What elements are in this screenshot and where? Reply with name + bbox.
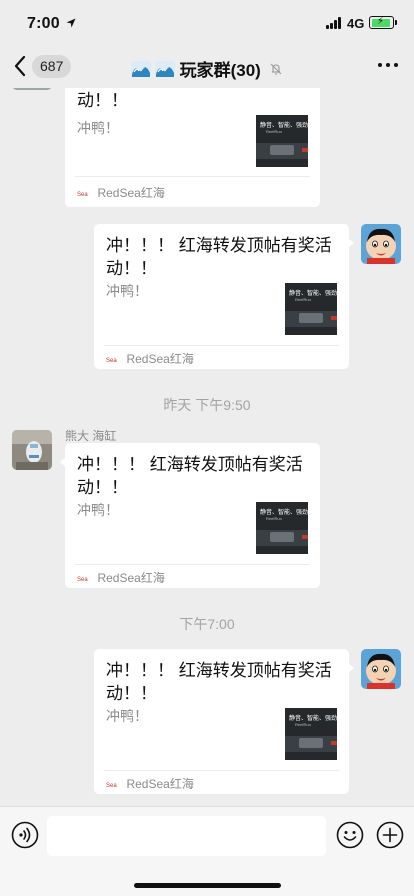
svg-text:Sea: Sea	[106, 358, 117, 363]
card-divider	[104, 345, 339, 346]
svg-text:Sea: Sea	[77, 577, 88, 582]
message-timestamp: 昨天 下午9:50	[163, 397, 251, 413]
thumb-text: 静音、智能、强劲	[289, 716, 337, 722]
self-avatar[interactable]	[361, 224, 401, 264]
card-title: 冲！！！ 红海转发顶帖有奖活动！！	[77, 91, 128, 110]
card-description: 冲鸭！	[77, 502, 119, 518]
cellular-signal-icon	[326, 17, 344, 29]
svg-text:Sea: Sea	[77, 192, 88, 197]
card-thumbnail: 静音、智能、强劲 ReefRun	[256, 115, 308, 167]
self-avatar[interactable]	[361, 649, 401, 689]
battery-icon: ⚡	[369, 16, 397, 29]
card-source: Sea RedSea红海	[77, 184, 165, 200]
chat-header: 687 玩家群(30)	[0, 46, 414, 88]
card-source-name: RedSea红海	[126, 777, 194, 792]
wave-emoji-icon	[130, 60, 151, 77]
location-arrow-icon	[66, 18, 76, 28]
message-timestamp: 下午7:00	[179, 616, 235, 632]
link-card-message[interactable]: 冲！！！ 红海转发顶帖有奖活动！！ 冲鸭！ 静音、智能、强劲 ReefRun S…	[94, 649, 354, 794]
card-description: 冲鸭！	[77, 120, 119, 136]
sender-avatar[interactable]	[12, 430, 52, 470]
card-source: Sea RedSea红海	[77, 569, 165, 585]
card-title: 冲！！！ 红海转发顶帖有奖活动！！	[77, 455, 303, 497]
card-source: Sea RedSea红海	[106, 350, 194, 366]
card-thumbnail: 静音、智能、强劲 ReefRun	[285, 708, 337, 760]
message-text-input[interactable]	[47, 816, 326, 856]
home-indicator[interactable]	[134, 883, 281, 888]
thumb-subtext: ReefRun	[295, 297, 311, 302]
mute-bell-icon	[270, 63, 282, 75]
plus-circle-icon[interactable]	[376, 821, 404, 849]
emoji-icon[interactable]	[336, 821, 364, 849]
card-title: 冲！！！ 红海转发顶帖有奖活动！！	[106, 661, 332, 703]
svg-text:Sea: Sea	[106, 783, 117, 788]
card-source: Sea RedSea红海	[106, 775, 194, 791]
card-thumbnail: 静音、智能、强劲 ReefRun	[285, 283, 337, 335]
redsea-logo-icon: Sea	[77, 577, 88, 582]
card-source-name: RedSea红海	[97, 571, 165, 586]
chat-title-wrap[interactable]: 玩家群(30)	[0, 56, 414, 81]
voice-input-icon[interactable]	[11, 821, 39, 849]
more-options-icon[interactable]	[376, 60, 400, 70]
wave-emoji-icon	[155, 60, 176, 77]
sender-name: 熊大 海缸	[65, 429, 117, 443]
redsea-logo-icon: Sea	[77, 192, 88, 197]
card-description: 冲鸭！	[106, 283, 148, 299]
status-time: 7:00	[27, 15, 60, 32]
sender-avatar[interactable]	[12, 88, 52, 90]
card-divider	[75, 564, 310, 565]
card-divider	[75, 176, 310, 177]
link-card-message[interactable]: 冲！！！ 红海转发顶帖有奖活动！！ 冲鸭！ 静音、智能、强劲 ReefRun S…	[94, 224, 354, 369]
card-description: 冲鸭！	[106, 708, 148, 724]
chat-title: 玩家群(30)	[179, 61, 261, 80]
link-card-message[interactable]: 冲！！！ 红海转发顶帖有奖活动！！ 冲鸭！ 静音、智能、强劲 ReefRun S…	[60, 443, 320, 588]
thumb-text: 静音、智能、强劲	[289, 291, 337, 297]
card-divider	[104, 770, 339, 771]
link-card-message[interactable]: 冲！！！ 红海转发顶帖有奖活动！！ 冲鸭！ 静音、智能、强劲 ReefRun S…	[65, 88, 320, 207]
redsea-logo-icon: Sea	[106, 783, 117, 788]
card-source-name: RedSea红海	[97, 186, 165, 201]
thumb-text: 静音、智能、强劲	[260, 123, 308, 129]
thumb-subtext: ReefRun	[295, 722, 311, 727]
redsea-logo-icon: Sea	[106, 358, 117, 363]
thumb-subtext: ReefRun	[266, 516, 282, 521]
card-thumbnail: 静音、智能、强劲 ReefRun	[256, 502, 308, 554]
network-type-label: 4G	[347, 16, 365, 31]
thumb-text: 静音、智能、强劲	[260, 510, 308, 516]
card-source-name: RedSea红海	[126, 352, 194, 367]
status-bar: 7:00 4G ⚡	[0, 0, 414, 46]
chat-message-list[interactable]: 冲！！！ 红海转发顶帖有奖活动！！ 冲鸭！ 静音、智能、强劲 ReefRun S…	[0, 88, 414, 806]
card-title: 冲！！！ 红海转发顶帖有奖活动！！	[106, 236, 332, 278]
thumb-subtext: ReefRun	[266, 129, 282, 134]
